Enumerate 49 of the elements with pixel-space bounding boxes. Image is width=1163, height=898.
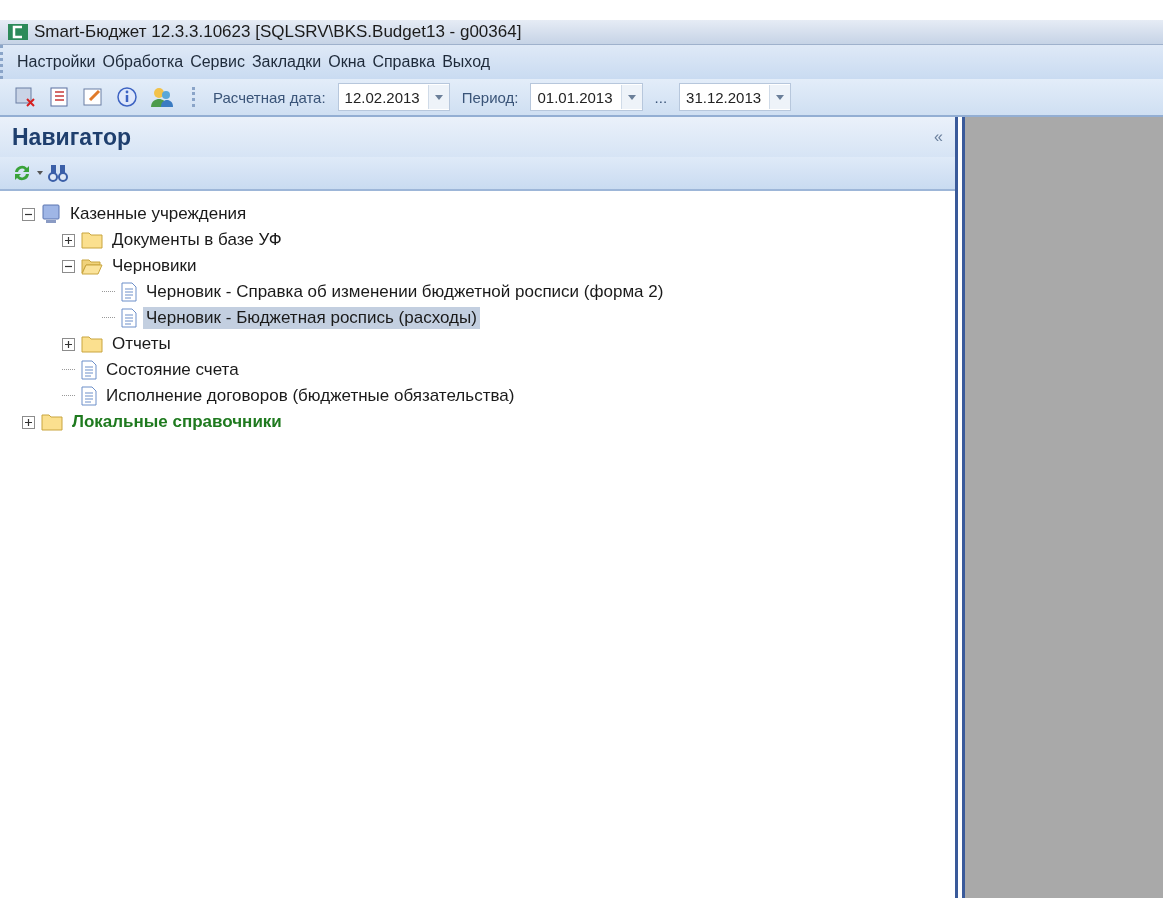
tree-item[interactable]: Документы в базе УФ — [109, 229, 285, 251]
tree-item[interactable]: Состояние счета — [103, 359, 242, 381]
expand-icon[interactable] — [22, 415, 35, 429]
expand-icon[interactable] — [62, 337, 75, 351]
delete-icon[interactable] — [14, 86, 36, 108]
edit-icon[interactable] — [82, 86, 104, 108]
tree-item[interactable]: Черновики — [109, 255, 200, 277]
menu-item[interactable]: Настройки — [17, 53, 96, 71]
document-icon — [121, 282, 137, 302]
folder-icon — [81, 335, 103, 353]
calc-date-field[interactable]: 12.02.2013 — [337, 83, 450, 111]
window-title: Smart-Бюджет 12.3.3.10623 [SQLSRV\BKS.Budget13 - g00364] — [34, 22, 522, 42]
menu-item[interactable]: Выход — [442, 53, 491, 71]
folder-icon — [41, 413, 63, 431]
period-end-field[interactable]: 31.12.2013 — [679, 83, 792, 111]
tree-item[interactable]: Отчеты — [109, 333, 174, 355]
period-label: Период: — [461, 88, 519, 106]
tree-item[interactable]: Казенные учреждения — [67, 203, 250, 225]
document-icon — [121, 308, 137, 328]
document-icon — [81, 360, 97, 380]
menu-item[interactable]: Сервис — [190, 53, 245, 71]
tree-item[interactable]: Локальные справочники — [69, 411, 285, 433]
binoculars-icon[interactable] — [48, 163, 68, 183]
monitor-icon — [41, 204, 61, 224]
period-start-field[interactable]: 01.01.2013 — [530, 83, 643, 111]
open-folder-icon — [81, 257, 103, 275]
refresh-icon[interactable] — [12, 163, 32, 183]
expand-icon[interactable] — [62, 233, 75, 247]
menu-item[interactable]: Обработка — [102, 53, 184, 71]
collapse-button[interactable]: « — [934, 128, 943, 146]
tree-item[interactable]: Исполнение договоров (бюджетные обязательства) — [103, 385, 518, 407]
period-separator: ... — [654, 88, 668, 106]
tree-item[interactable]: Черновик - Справка об изменении бюджетной росписи (форма 2) — [143, 281, 667, 303]
collapse-icon[interactable] — [22, 207, 35, 221]
info-icon[interactable] — [116, 86, 138, 108]
calc-date-label: Расчетная дата: — [213, 88, 326, 106]
folder-icon — [81, 231, 103, 249]
users-icon[interactable] — [150, 86, 174, 108]
caret-icon[interactable] — [36, 169, 44, 177]
tree-item[interactable]: Черновик - Бюджетная роспись (расходы) — [143, 307, 480, 329]
splitter[interactable] — [955, 117, 965, 898]
menu-item[interactable]: Справка — [372, 53, 436, 71]
document-icon — [81, 386, 97, 406]
navigator-title: Навигатор — [12, 123, 132, 151]
app-logo-icon — [8, 24, 28, 40]
list-icon[interactable] — [48, 86, 70, 108]
collapse-icon[interactable] — [62, 259, 75, 273]
menu-item[interactable]: Окна — [328, 53, 366, 71]
menu-item[interactable]: Закладки — [251, 53, 322, 71]
